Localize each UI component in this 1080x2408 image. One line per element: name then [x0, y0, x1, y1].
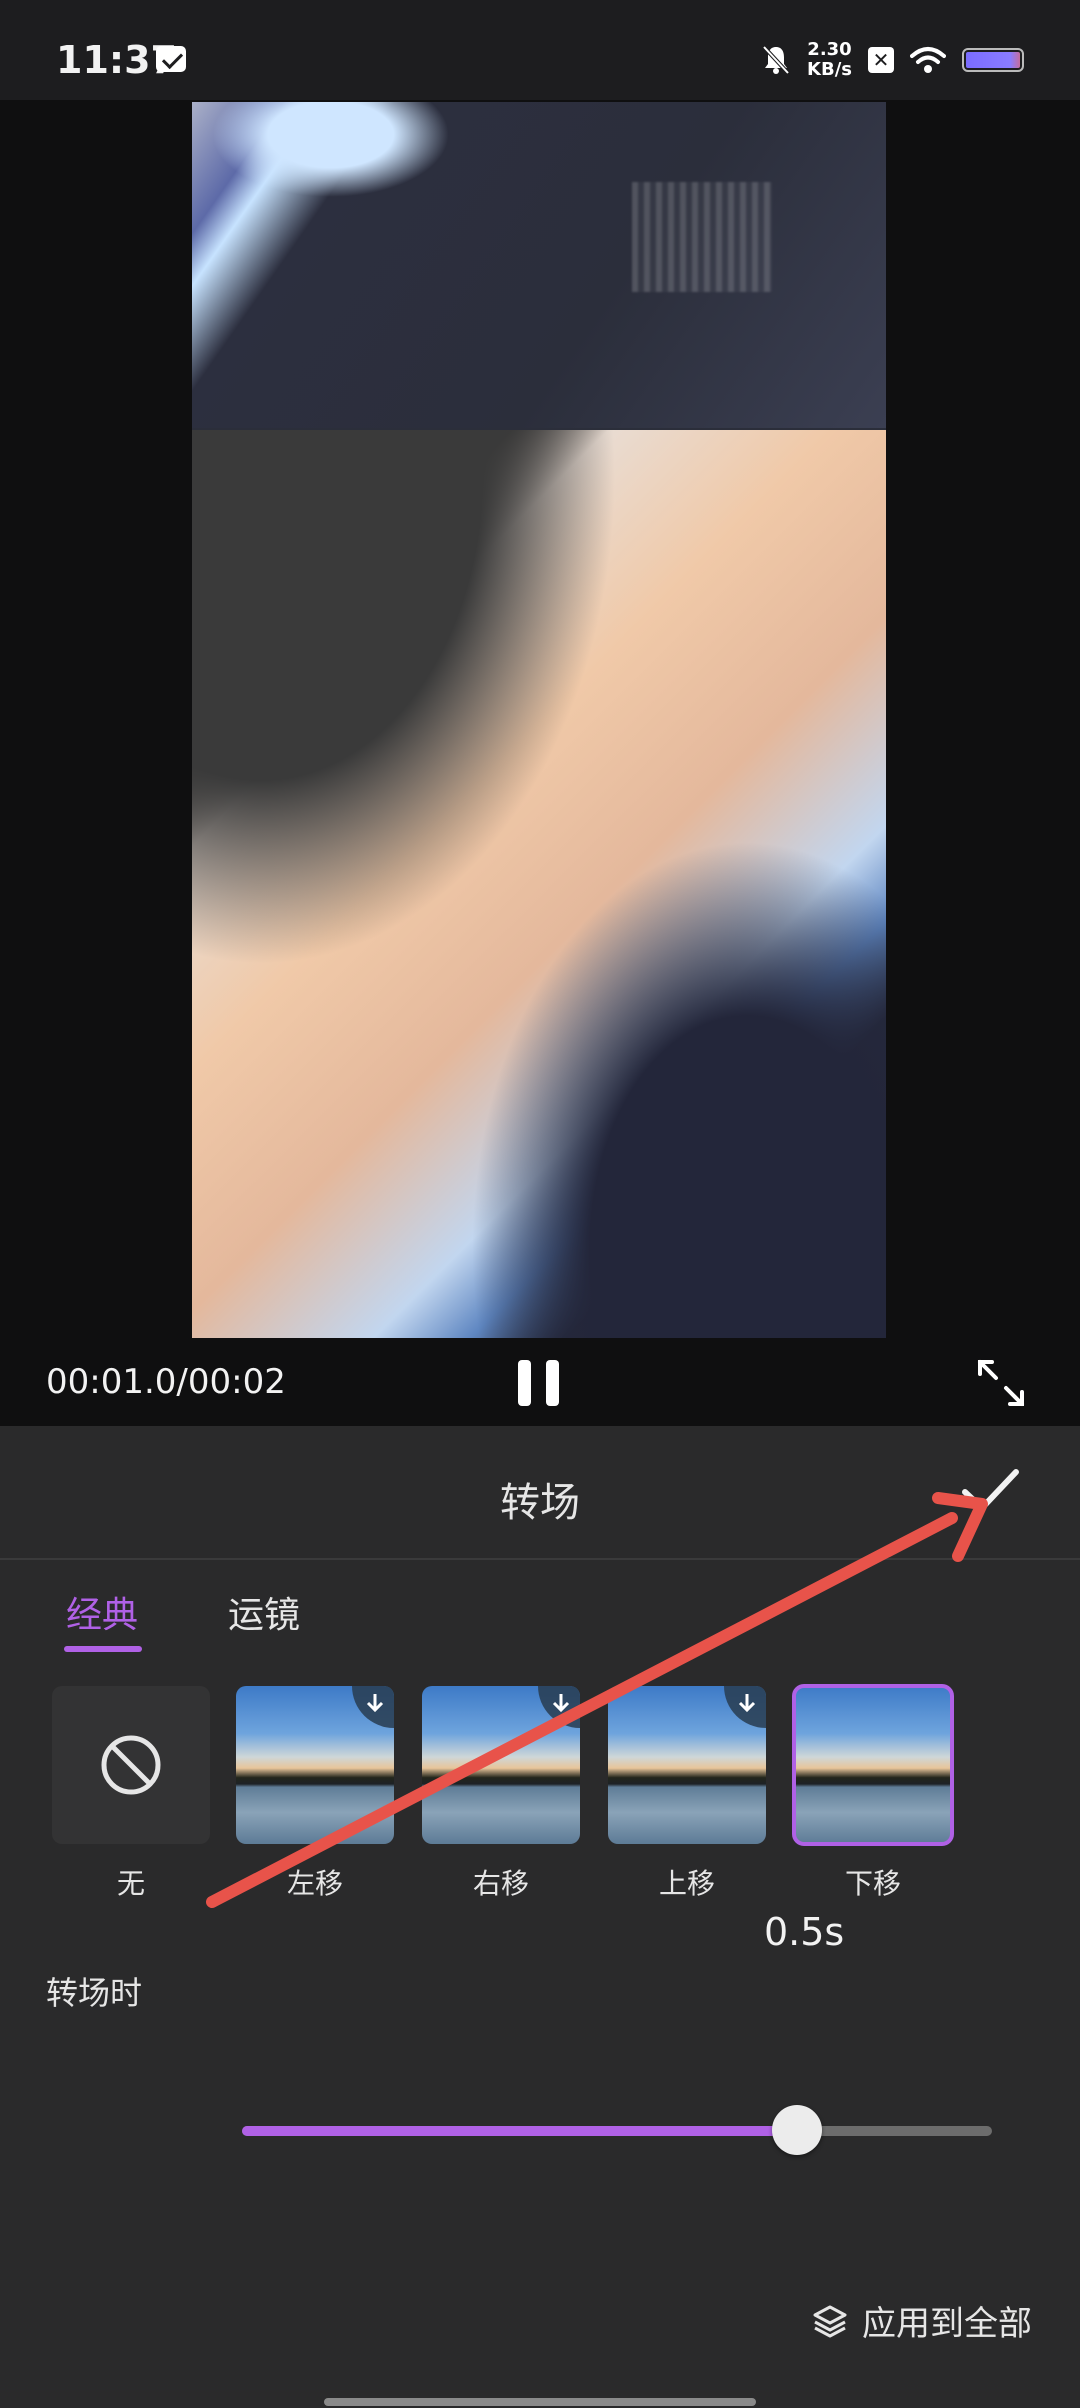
- status-icons: 2.30 KB/s ✕: [761, 40, 1024, 80]
- transition-panel: 转场 经典 运镜 无 左移 右移 上移 下移 0.5s 转场时 应用到全部: [0, 1426, 1080, 2408]
- notification-icon: [156, 46, 186, 72]
- layers-icon: [813, 2305, 847, 2337]
- transition-slide-down[interactable]: [792, 1684, 954, 1846]
- transition-label-right: 右移: [472, 1867, 529, 1900]
- slider-fill: [242, 2126, 797, 2136]
- battery-icon: [962, 48, 1024, 72]
- transition-label-down: 下移: [844, 1867, 901, 1900]
- expand-icon: [978, 1360, 1024, 1406]
- fullscreen-button[interactable]: [976, 1358, 1026, 1408]
- network-speed-value: 2.30: [807, 39, 852, 60]
- pause-button[interactable]: [518, 1360, 562, 1406]
- check-icon: [962, 1469, 1019, 1511]
- transition-thumbnail: [794, 1686, 952, 1844]
- duration-value: 0.5s: [764, 1910, 845, 1954]
- network-speed-unit: KB/s: [807, 59, 852, 80]
- home-indicator[interactable]: [324, 2398, 756, 2406]
- apply-to-all-button[interactable]: 应用到全部: [812, 2296, 1032, 2345]
- video-preview: [0, 100, 1080, 1426]
- video-clip-bottom: [192, 430, 886, 1338]
- playback-timecode: 00:01.0/00:02: [46, 1362, 286, 1402]
- transition-slide-right[interactable]: [422, 1686, 580, 1844]
- tab-classic[interactable]: 经典: [66, 1586, 138, 1638]
- transition-slide-left[interactable]: [236, 1686, 394, 1844]
- slider-handle[interactable]: [772, 2105, 822, 2155]
- tab-active-indicator: [64, 1646, 142, 1652]
- video-clip-top: [192, 102, 886, 428]
- transition-label-up: 上移: [658, 1867, 715, 1900]
- panel-title: 转场: [500, 1480, 580, 1526]
- duration-label: 转场时: [46, 1974, 143, 2012]
- watermark: [632, 182, 772, 292]
- transition-label-none: 无: [116, 1867, 145, 1900]
- wifi-icon: [910, 47, 946, 73]
- mute-bell-icon: [762, 45, 790, 75]
- transition-label-left: 左移: [286, 1867, 343, 1900]
- video-frame[interactable]: [192, 102, 886, 1338]
- tab-camera-moves[interactable]: 运镜: [228, 1586, 300, 1638]
- pause-icon: [518, 1360, 531, 1406]
- transition-slide-up[interactable]: [608, 1686, 766, 1844]
- network-speed: 2.30 KB/s: [807, 40, 852, 80]
- duration-slider[interactable]: [242, 2105, 992, 2155]
- x-badge-icon: ✕: [868, 47, 894, 73]
- divider: [0, 1558, 1080, 1560]
- confirm-button[interactable]: [960, 1466, 1020, 1516]
- transition-none[interactable]: [52, 1686, 210, 1844]
- ban-icon: [101, 1735, 161, 1795]
- apply-to-all-label: 应用到全部: [862, 2304, 1032, 2344]
- pause-icon-bar: [546, 1360, 559, 1406]
- status-bar: 11:37 2.30 KB/s ✕: [0, 0, 1080, 100]
